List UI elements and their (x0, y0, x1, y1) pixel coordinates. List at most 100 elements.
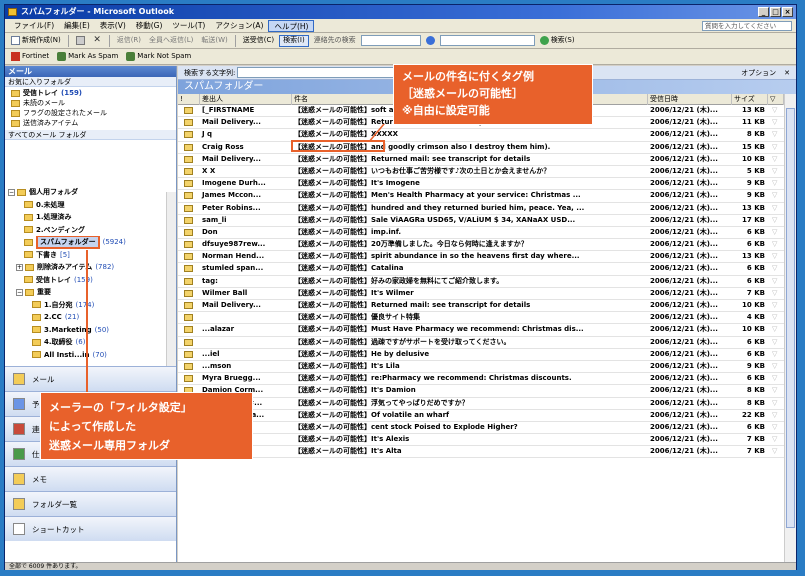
folder-tree-scrollbar[interactable] (166, 192, 176, 366)
print-button[interactable] (73, 35, 88, 47)
message-row[interactable]: Norman Hend... 【迷惑メールの可能性】spirit abundanc… (178, 251, 784, 264)
flag-icon[interactable]: ▽ (770, 410, 784, 421)
options-button[interactable]: オプション (741, 68, 776, 78)
flag-icon[interactable]: ▽ (770, 203, 784, 214)
close-icon[interactable]: ✕ (784, 69, 790, 77)
flag-icon[interactable]: ▽ (770, 117, 784, 128)
flag-icon[interactable]: ▽ (770, 385, 784, 396)
help-question-input[interactable]: 質問を入力してください (702, 20, 792, 31)
flag-icon[interactable]: ▽ (770, 373, 784, 384)
delete-button[interactable]: ✕ (90, 35, 105, 47)
message-row[interactable]: Alta Gibbs【迷惑メールの可能性】It's Alta2006/12/21… (178, 446, 784, 459)
message-row[interactable]: Adrian Mayna...【迷惑メールの可能性】Of volatile an… (178, 410, 784, 422)
flag-icon[interactable]: ▽ (770, 349, 784, 360)
fortinet-button[interactable]: Fortinet (8, 51, 52, 63)
message-row[interactable]: Don 【迷惑メールの可能性】imp.inf. 2006/12/21 (木)... 6… (178, 226, 784, 240)
favorite-folder[interactable]: フラグの設定されたメール (5, 108, 176, 118)
message-row[interactable]: dfsuye987rew... 【迷惑メールの可能性】20万準備しました。今日なら… (178, 239, 784, 252)
tree-folder[interactable]: − 個人用フォルダ (5, 186, 167, 199)
menu-go[interactable]: 移動(G) (131, 20, 168, 32)
tree-folder[interactable]: 2.ペンディング (5, 224, 167, 237)
message-row[interactable]: Craig Ross 【迷惑メールの可能性】and goodly crimson … (178, 142, 784, 154)
search-button[interactable]: 検索(S) (537, 35, 578, 47)
flag-icon[interactable]: ▽ (770, 190, 784, 201)
expand-toggle-icon[interactable]: − (16, 288, 23, 296)
message-row[interactable]: Mail Delivery... 【迷惑メールの可能性】Returned mail… (178, 300, 784, 313)
help-button[interactable] (423, 35, 438, 47)
flag-icon[interactable]: ▽ (770, 215, 784, 226)
menu-help[interactable]: ヘルプ(H) (268, 19, 315, 32)
menu-tools[interactable]: ツール(T) (167, 20, 210, 32)
message-row[interactable]: Wilmer Ball 【迷惑メールの可能性】It's Wilmer 2006/12… (178, 288, 784, 300)
message-row[interactable]: X X 【迷惑メールの可能性】いつもお仕事ご苦労様です♪次の土日とか会えませんか？… (178, 166, 784, 179)
flag-icon[interactable]: ▽ (770, 154, 784, 165)
favorite-folder[interactable]: 受信トレイ (159) (5, 88, 176, 98)
flag-icon[interactable]: ▽ (770, 361, 784, 372)
mode-button[interactable]: メモ (5, 466, 176, 491)
message-row[interactable]: Myra Bruegg... 【迷惑メールの可能性】re:Pharmacy we … (178, 373, 784, 386)
send-receive-button[interactable]: 送受信(C) (240, 35, 277, 47)
message-row[interactable]: ...iel 【迷惑メールの可能性】He by delusive 2006/12/2… (178, 348, 784, 361)
reply-button[interactable]: 返信(R) (114, 35, 144, 47)
new-button[interactable]: 新規作成(N) (8, 35, 64, 47)
flag-icon[interactable]: ▽ (770, 398, 784, 409)
tree-folder[interactable]: 0.未処理 (5, 199, 167, 212)
flag-icon[interactable]: ▽ (770, 251, 784, 262)
reply-all-button[interactable]: 全員へ返信(L) (146, 35, 196, 47)
flag-icon[interactable]: ▽ (770, 312, 784, 323)
message-row[interactable]: stumled span... 【迷惑メールの可能性】Catalina 2006/1… (178, 263, 784, 276)
toolbar-search-input[interactable] (439, 35, 535, 46)
flag-icon[interactable]: ▽ (770, 276, 784, 287)
menu-file[interactable]: ファイル(F) (9, 20, 59, 32)
column-from[interactable]: 差出人 (200, 94, 292, 105)
message-row[interactable]: ...mson 【迷惑メールの可能性】It's Lila 2006/12/21 (木… (178, 361, 784, 374)
flag-icon[interactable]: ▽ (770, 105, 784, 116)
favorite-folder[interactable]: 送信済みアイテム (5, 118, 176, 128)
message-row[interactable]: dg98asdf4a#...【迷惑メールの可能性】浮気ってやっぱりだめですか？2… (178, 397, 784, 410)
favorite-folder[interactable]: 未読のメール (5, 98, 176, 108)
message-row[interactable]: Imogene Durh... 【迷惑メールの可能性】It's Imogene 20… (178, 178, 784, 191)
tree-folder[interactable]: 1.処理済み (5, 211, 167, 224)
flag-icon[interactable]: ▽ (770, 263, 784, 274)
flag-icon[interactable]: ▽ (770, 178, 784, 189)
column-received[interactable]: 受信日時 (648, 94, 732, 105)
mode-button[interactable]: メール (5, 366, 176, 391)
flag-icon[interactable]: ▽ (770, 446, 784, 457)
mark-as-spam-button[interactable]: Mark As Spam (54, 51, 121, 63)
mode-button[interactable]: ショートカット (5, 516, 176, 541)
find-button[interactable]: 検索(I) (279, 34, 309, 47)
message-row[interactable]: ...alazar 【迷惑メールの可能性】Must Have Pharmacy w… (178, 324, 784, 337)
flag-icon[interactable]: ▽ (770, 337, 784, 348)
message-row[interactable]: 【迷惑メールの可能性】過疎ですがサポートを受け取ってください。 2006/12/2… (178, 337, 784, 349)
message-row[interactable]: James Mccon... 【迷惑メールの可能性】Men's Health Ph… (178, 190, 784, 203)
flag-icon[interactable]: ▽ (770, 227, 784, 238)
message-row[interactable]: Damion Corm... 【迷惑メールの可能性】It's Damion 2006… (178, 385, 784, 398)
flag-icon[interactable]: ▽ (770, 324, 784, 335)
message-row[interactable]: tag: 【迷惑メールの可能性】好みの家政婦を無料にてご紹介致します。 2006/1… (178, 275, 784, 288)
tree-folder[interactable]: スパムフォルダー (5924) (5, 236, 167, 249)
flag-icon[interactable]: ▽ (770, 288, 784, 299)
menu-edit[interactable]: 編集(E) (59, 20, 95, 32)
expand-toggle-icon[interactable]: − (8, 188, 15, 196)
column-flag-status[interactable]: ▽ (768, 94, 784, 105)
flag-icon[interactable]: ▽ (770, 166, 784, 177)
maximize-button[interactable]: □ (770, 7, 781, 17)
flag-icon[interactable]: ▽ (770, 239, 784, 250)
scroll-thumb[interactable] (786, 108, 795, 528)
message-row[interactable]: Mail Delivery... 【迷惑メールの可能性】Returned mail… (178, 153, 784, 166)
menu-actions[interactable]: アクション(A) (210, 20, 268, 32)
mode-button[interactable]: フォルダ一覧 (5, 491, 176, 516)
flag-icon[interactable]: ▽ (770, 422, 784, 433)
flag-icon[interactable]: ▽ (770, 129, 784, 140)
column-size[interactable]: サイズ (732, 94, 768, 105)
column-flags[interactable]: ! (178, 94, 200, 105)
flag-icon[interactable]: ▽ (770, 142, 784, 153)
close-button[interactable]: × (782, 7, 793, 17)
flag-icon[interactable]: ▽ (770, 300, 784, 311)
message-row[interactable]: Peter Robins... 【迷惑メールの可能性】hundred and th… (178, 202, 784, 215)
message-row[interactable]: 【迷惑メールの可能性】優良サイト特集 2006/12/21 (木)... 4 KB ▽ (178, 312, 784, 325)
message-row[interactable]: sam_li 【迷惑メールの可能性】Sale ViAAGRa USD65, V/A… (178, 215, 784, 227)
message-row[interactable]: Alexis Hines【迷惑メールの可能性】It's Alexis2006/1… (178, 434, 784, 447)
mark-not-spam-button[interactable]: Mark Not Spam (123, 51, 194, 63)
expand-toggle-icon[interactable]: + (16, 263, 23, 271)
